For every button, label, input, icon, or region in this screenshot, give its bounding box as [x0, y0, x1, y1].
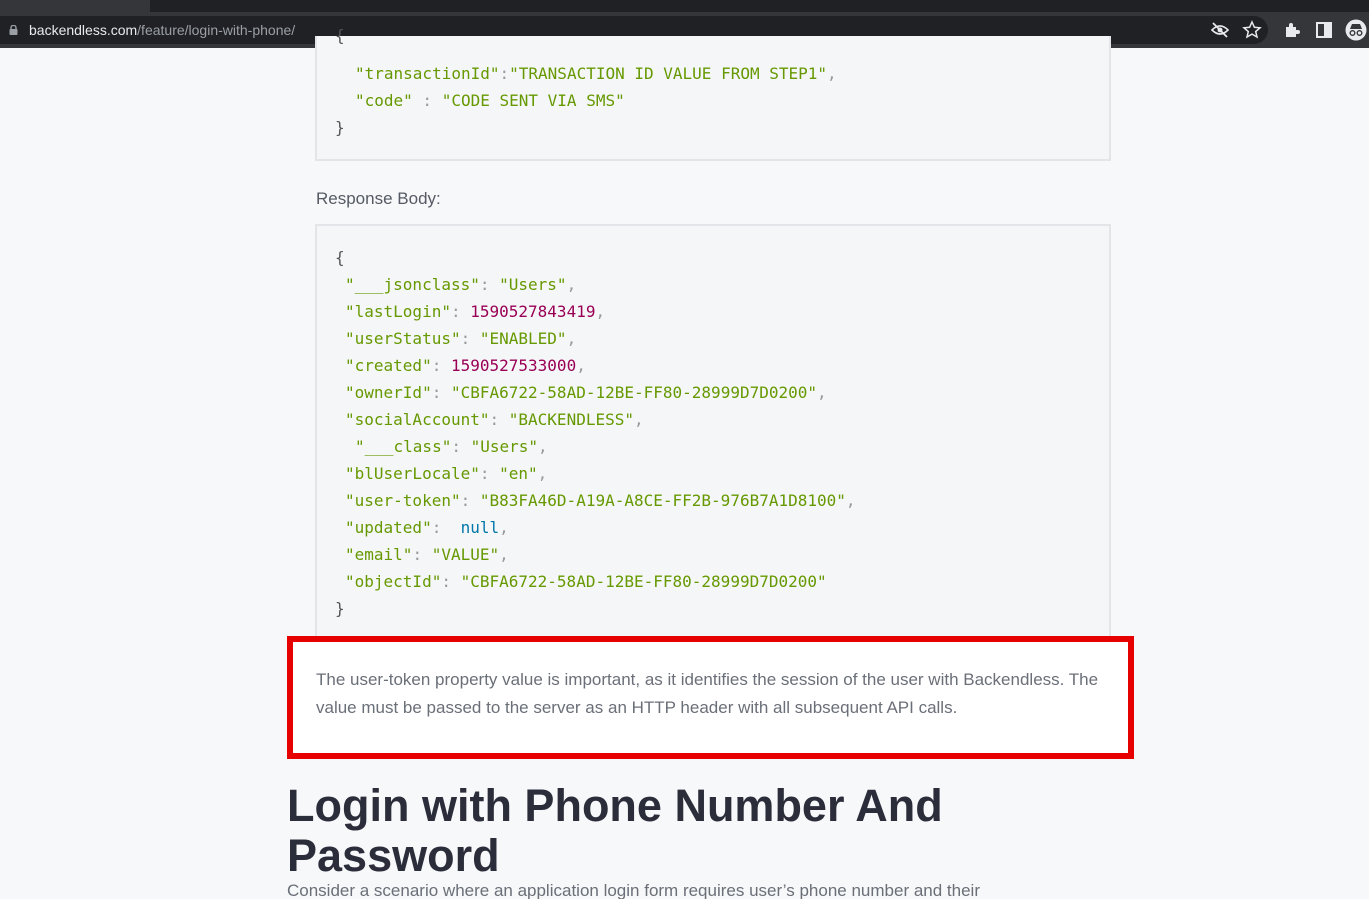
code-line: "code" : "CODE SENT VIA SMS" — [355, 91, 625, 110]
eye-off-icon[interactable] — [1210, 20, 1230, 40]
code-line: "updated": null, — [345, 518, 509, 537]
url-text[interactable]: backendless.com/feature/login-with-phone… — [29, 21, 295, 39]
extensions-icon[interactable] — [1282, 20, 1302, 40]
response-body-label: Response Body: — [316, 189, 441, 208]
user-token-note: The user-token property value is importa… — [316, 670, 1099, 717]
tab-strip — [0, 0, 1369, 12]
url-path: /feature/login-with-phone/ — [137, 22, 296, 38]
request-code-block: { "transactionId":"TRANSACTION ID VALUE … — [315, 26, 1111, 161]
code-line: "socialAccount": "BACKENDLESS", — [345, 410, 644, 429]
code-line: "created": 1590527533000, — [345, 356, 586, 375]
response-code-block: { "___jsonclass": "Users", "lastLogin": 1… — [315, 224, 1111, 638]
code-line: "userStatus": "ENABLED", — [345, 329, 577, 348]
section-heading: Login with Phone Number And Password — [287, 780, 943, 881]
code-line: "lastLogin": 1590527843419, — [345, 302, 606, 321]
code-line: "ownerId": "CBFA6722-58AD-12BE-FF80-2899… — [345, 383, 827, 402]
star-icon[interactable] — [1242, 20, 1262, 40]
code-open-brace: { — [335, 248, 345, 267]
code-close-brace: } — [335, 118, 345, 137]
code-line: "___class": "Users", — [355, 437, 548, 456]
code-close-brace: } — [335, 599, 345, 618]
url-host: backendless.com — [29, 22, 138, 38]
section-intro: Consider a scenario where an application… — [287, 881, 980, 899]
code-line: "user-token": "B83FA46D-A19A-A8CE-FF2B-9… — [345, 491, 856, 510]
code-line: "___jsonclass": "Users", — [345, 275, 577, 294]
incognito-icon[interactable] — [1345, 19, 1367, 41]
code-line: "blUserLocale": "en", — [345, 464, 548, 483]
side-panel-icon[interactable] — [1314, 20, 1334, 40]
code-line: "email": "VALUE", — [345, 545, 509, 564]
code-open-brace: { — [335, 26, 345, 45]
code-line: "objectId": "CBFA6722-58AD-12BE-FF80-289… — [345, 572, 827, 591]
lock-icon[interactable] — [9, 25, 18, 35]
code-line: "transactionId":"TRANSACTION ID VALUE FR… — [355, 64, 837, 83]
browser-tab[interactable] — [0, 0, 150, 12]
